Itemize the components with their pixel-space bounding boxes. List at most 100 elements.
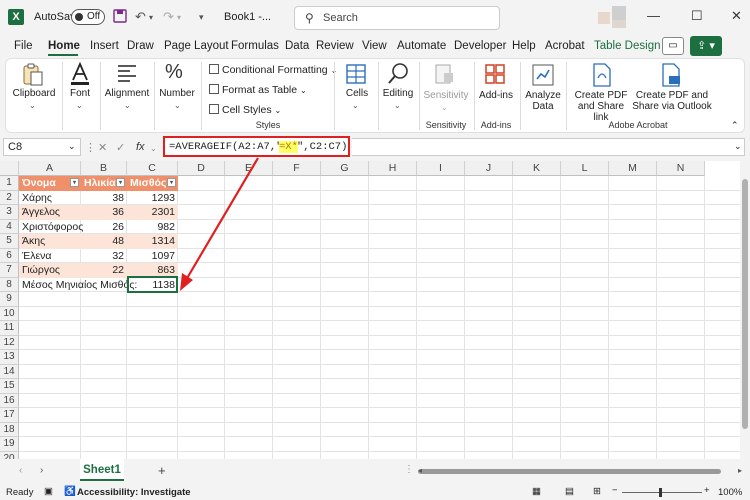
table-cell[interactable]: Χριστόφορος [19, 220, 83, 235]
accessibility-status[interactable]: Accessibility: Investigate [77, 487, 191, 498]
column-header-b[interactable]: B [81, 161, 127, 176]
percent-icon[interactable]: % [165, 61, 183, 84]
create-pdf-button[interactable] [591, 63, 613, 90]
column-header-g[interactable]: G [321, 161, 369, 176]
format-as-table-button[interactable]: Format as Table ⌄ [209, 84, 307, 96]
sheet-tab-sheet1[interactable]: Sheet1 [80, 459, 124, 481]
table-cell[interactable]: Έλενα [19, 249, 81, 264]
row-header-7[interactable]: 7 [0, 263, 19, 278]
row-header-12[interactable]: 12 [0, 335, 19, 350]
tab-data[interactable]: Data [285, 40, 309, 52]
tab-insert[interactable]: Insert [90, 40, 119, 52]
clipboard-button[interactable] [22, 63, 44, 90]
enter-icon[interactable]: ✓ [116, 141, 125, 154]
table-cell[interactable]: 22 [81, 263, 127, 278]
table-header-cell[interactable]: Ηλικία ▾ [81, 176, 127, 191]
table-cell[interactable]: 32 [81, 249, 127, 264]
tab-table-design[interactable]: Table Design [594, 40, 660, 52]
row-header-17[interactable]: 17 [0, 408, 19, 423]
maximize-icon[interactable]: ☐ [691, 8, 703, 24]
cell-styles-button[interactable]: Cell Styles ⌄ [209, 104, 281, 116]
column-header-k[interactable]: K [513, 161, 561, 176]
row-header-3[interactable]: 3 [0, 205, 19, 220]
table-cell[interactable]: 38 [81, 191, 127, 206]
conditional-formatting-button[interactable]: Conditional Formatting ⌄ [209, 64, 337, 76]
comments-button[interactable]: ▭ [662, 37, 684, 55]
table-header-cell[interactable]: Μισθός ▾ [127, 176, 178, 191]
zoom-level[interactable]: 100% [718, 487, 742, 498]
filter-dropdown-icon[interactable]: ▾ [70, 178, 79, 187]
row-header-9[interactable]: 9 [0, 292, 19, 307]
editing-button[interactable] [387, 61, 411, 88]
row-header-19[interactable]: 19 [0, 437, 19, 452]
sensitivity-button[interactable] [433, 63, 455, 88]
table-cell[interactable]: 1314 [127, 234, 178, 249]
name-box[interactable]: C8 ⌄ [3, 138, 81, 156]
column-header-e[interactable]: E [225, 161, 273, 176]
zoom-slider[interactable] [622, 492, 702, 493]
scroll-left-icon[interactable]: ◂ [418, 466, 422, 475]
column-header-n[interactable]: N [657, 161, 705, 176]
share-button[interactable]: ⇪ ▾ [690, 36, 722, 56]
table-cell[interactable]: 2301 [127, 205, 178, 220]
tab-home[interactable]: Home [48, 40, 80, 52]
account-avatar[interactable] [598, 12, 610, 24]
collapse-ribbon-icon[interactable]: ⌃ [731, 120, 739, 131]
tab-file[interactable]: File [14, 40, 33, 52]
table-cell[interactable]: Γιώργος [19, 263, 81, 278]
horizontal-scrollbar[interactable] [418, 465, 733, 477]
prev-sheet-icon[interactable]: ‹ [19, 465, 22, 476]
tab-review[interactable]: Review [316, 40, 354, 52]
macro-record-icon[interactable]: ▣ [44, 486, 53, 497]
save-icon[interactable] [113, 9, 127, 26]
summary-label-cell[interactable]: Μέσος Μηνιαίος Μισθός: [19, 278, 137, 293]
table-cell[interactable]: 1293 [127, 191, 178, 206]
row-header-20[interactable]: 20 [0, 451, 19, 459]
vertical-scrollbar[interactable] [740, 161, 750, 459]
customize-toolbar-icon[interactable]: ▾ [199, 12, 204, 23]
tab-automate[interactable]: Automate [397, 40, 446, 52]
undo-icon[interactable]: ↶ [135, 9, 146, 25]
next-sheet-icon[interactable]: › [40, 465, 43, 476]
row-header-14[interactable]: 14 [0, 364, 19, 379]
cancel-icon[interactable]: ✕ [98, 141, 107, 154]
column-header-h[interactable]: H [369, 161, 417, 176]
table-header-cell[interactable]: Όνομα ▾ [19, 176, 81, 191]
column-header-d[interactable]: D [178, 161, 225, 176]
row-header-1[interactable]: 1 [0, 176, 19, 191]
column-header-j[interactable]: J [465, 161, 513, 176]
normal-view-icon[interactable]: ▦ [532, 486, 541, 497]
row-header-8[interactable]: 8 [0, 277, 19, 292]
page-layout-view-icon[interactable]: ▤ [565, 486, 574, 497]
tab-acrobat[interactable]: Acrobat [545, 40, 585, 52]
scroll-thumb[interactable] [418, 469, 721, 474]
expand-formula-bar-icon[interactable]: ⌄ [734, 141, 742, 152]
alignment-button[interactable] [116, 63, 138, 86]
formula-input[interactable]: =AVERAGEIF(A2:A7," =X* ",C2:C7) [163, 136, 350, 157]
add-sheet-button[interactable]: + [158, 463, 166, 478]
table-cell[interactable]: 36 [81, 205, 127, 220]
row-header-2[interactable]: 2 [0, 190, 19, 205]
tab-help[interactable]: Help [512, 40, 536, 52]
scroll-right-icon[interactable]: ▸ [738, 466, 742, 475]
row-header-13[interactable]: 13 [0, 350, 19, 365]
table-cell[interactable]: 48 [81, 234, 127, 249]
table-cell[interactable]: 982 [127, 220, 178, 235]
cells-button[interactable] [345, 63, 367, 88]
analyze-data-button[interactable] [531, 63, 555, 90]
column-header-i[interactable]: I [417, 161, 465, 176]
page-break-view-icon[interactable]: ⊞ [593, 486, 601, 497]
search-box[interactable]: ⚲ Search [294, 6, 500, 30]
tab-page-layout[interactable]: Page Layout [164, 40, 229, 52]
tab-developer[interactable]: Developer [454, 40, 506, 52]
redo-dropdown-icon[interactable]: ▾ [177, 13, 181, 22]
row-header-10[interactable]: 10 [0, 306, 19, 321]
autosave-toggle[interactable]: Off [71, 9, 105, 25]
scroll-thumb[interactable] [742, 179, 748, 429]
redo-icon[interactable]: ↷ [163, 9, 174, 25]
column-header-m[interactable]: M [609, 161, 657, 176]
zoom-in-icon[interactable]: + [704, 485, 710, 496]
tab-view[interactable]: View [362, 40, 387, 52]
row-header-15[interactable]: 15 [0, 379, 19, 394]
row-header-16[interactable]: 16 [0, 393, 19, 408]
